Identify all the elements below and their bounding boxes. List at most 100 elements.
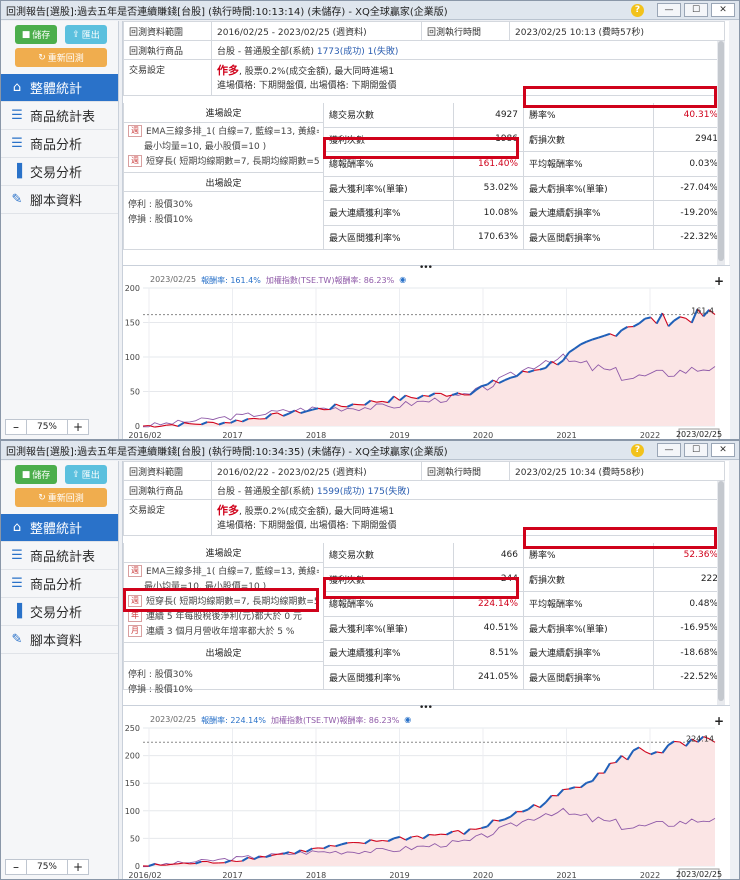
nav-label: 交易分析: [30, 606, 83, 621]
info-label: 交易設定: [123, 59, 212, 96]
nav-item-3[interactable]: ▐ 交易分析: [1, 158, 118, 186]
stat-value: 466: [454, 543, 524, 568]
stat-label: 最大區間虧損率%: [524, 225, 654, 250]
y-tick-label: 200: [125, 752, 140, 761]
nav-item-2[interactable]: ☰ 商品分析: [1, 130, 118, 158]
nav-label: 整體統計: [30, 522, 83, 537]
zoom-out-button[interactable]: –: [5, 859, 27, 875]
help-icon[interactable]: ?: [631, 3, 644, 17]
save-button[interactable]: ■ 儲存: [15, 25, 57, 44]
nav-item-4[interactable]: ✎ 腳本資料: [1, 626, 118, 654]
nav-label: 商品分析: [30, 138, 83, 153]
entry-settings-title: 進場設定: [124, 543, 323, 563]
nav-item-0[interactable]: ⌂ 整體統計: [1, 74, 118, 102]
strategy-series-segment: [353, 403, 360, 406]
strategy-series-segment: [142, 424, 149, 427]
save-button[interactable]: ■ 儲存: [15, 465, 57, 484]
vertical-scrollbar[interactable]: [717, 481, 725, 713]
period-tag: 週: [128, 564, 142, 577]
y-tick-label: 250: [125, 724, 140, 733]
stat-label: 最大虧損率%(單筆): [524, 176, 654, 201]
nav-item-3[interactable]: ▐ 交易分析: [1, 598, 118, 626]
y-tick-label: 100: [125, 807, 140, 816]
nav-label: 商品統計表: [30, 550, 96, 565]
rerun-button[interactable]: ↻ 重新回測: [15, 488, 107, 507]
x-tick-label: 2017: [222, 871, 242, 880]
maximize-button[interactable]: ☐: [684, 3, 708, 17]
nav-item-4[interactable]: ✎ 腳本資料: [1, 186, 118, 214]
nav-item-2[interactable]: ☰ 商品分析: [1, 570, 118, 598]
condition-text: 最小均量=10, 最小股價=10 ): [144, 142, 267, 152]
maximize-button[interactable]: ☐: [684, 443, 708, 457]
strategy-series-segment: [563, 788, 570, 791]
zoom-in-button[interactable]: +: [67, 859, 89, 875]
close-button[interactable]: ✕: [711, 3, 735, 17]
list-icon: ☰: [11, 548, 23, 563]
stat-value: 0.48%: [654, 592, 724, 617]
period-tag: 週: [128, 124, 142, 137]
stat-label: 最大獲利率%(單筆): [324, 616, 454, 641]
stat-value: -18.68%: [654, 641, 724, 666]
minimize-button[interactable]: —: [657, 443, 681, 457]
left-panel: ■ 儲存 ⇪ 匯出 ↻ 重新回測 ⌂ 整體統計 ☰ 商品統計表 ☰ 商品分析 ▐ 交易分析 ✎ 腳本資料…: [1, 21, 119, 439]
x-tick-label: 2019: [389, 431, 409, 440]
backtest-window: 回測報告[選股]:過去五年是否連續賺錢[台股] (執行時間:10:34:35) …: [0, 440, 740, 880]
pencil-icon: ✎: [11, 632, 23, 647]
stats-grid: 總交易次數 4927 勝率% 40.31% 獲利次數 1986 虧損次數 2941 總報酬率% 1…: [324, 103, 724, 250]
product-count-link[interactable]: 1773(成功) 1(失敗): [317, 47, 399, 57]
exit-settings-title: 出場設定: [124, 642, 323, 662]
nav-label: 商品統計表: [30, 110, 96, 125]
help-icon[interactable]: ?: [631, 443, 644, 457]
list-icon: ☰: [11, 576, 23, 591]
main-content: 回測資料範圍 2016/02/22 - 2023/02/25 (週資料) 回測執行時…: [122, 461, 730, 880]
period-tag: 週: [128, 154, 142, 167]
scroll-thumb[interactable]: [718, 481, 724, 701]
stat-value: 10.08%: [454, 201, 524, 226]
close-button[interactable]: ✕: [711, 443, 735, 457]
export-icon: ⇪: [72, 469, 80, 480]
zoom-out-button[interactable]: –: [5, 419, 27, 435]
entry-condition: 週短穿長( 短期均線期數=7, 長期均線期數=53 ): [124, 153, 323, 168]
home-icon: ⌂: [12, 80, 22, 95]
zoom-in-button[interactable]: +: [67, 419, 89, 435]
export-button[interactable]: ⇪ 匯出: [65, 25, 107, 44]
x-tick-label: 2016/02: [128, 871, 161, 880]
x-tick-label: 2017: [222, 431, 242, 440]
save-icon: ■: [21, 29, 31, 40]
nav-label: 腳本資料: [30, 634, 83, 649]
strategy-series-segment: [253, 417, 260, 420]
info-table: 回測資料範圍 2016/02/25 - 2023/02/25 (週資料) 回測執行時…: [123, 21, 725, 96]
export-button[interactable]: ⇪ 匯出: [65, 465, 107, 484]
stat-label: 最大區間虧損率%: [524, 665, 654, 690]
stat-label: 最大連續虧損率%: [524, 641, 654, 666]
highlight-box: [523, 527, 717, 549]
zoom-level: 75%: [27, 859, 67, 875]
nav-item-0[interactable]: ⌂ 整體統計: [1, 514, 118, 542]
stat-label: 最大區間獲利率%: [324, 665, 454, 690]
product-count-link[interactable]: 1599(成功) 175(失敗): [317, 487, 410, 497]
vertical-scrollbar[interactable]: [717, 41, 725, 273]
settings-column: 進場設定 週 EMA三線多排_1( 白線=7, 藍線=13, 黃線=21, 最小均量…: [123, 103, 324, 250]
strategy-series-segment: [166, 424, 173, 426]
nav-item-1[interactable]: ☰ 商品統計表: [1, 102, 118, 130]
strategy-series-segment: [329, 844, 336, 847]
condition-text: EMA三線多排_1( 白線=7, 藍線=13, 黃線=21,: [146, 127, 319, 137]
list-icon: ☰: [11, 136, 23, 151]
y-tick-label: 0: [135, 422, 140, 431]
condition-text: EMA三線多排_1( 白線=7, 藍線=13, 黃線=21,: [146, 567, 319, 577]
window-title: 回測報告[選股]:過去五年是否連續賺錢[台股] (執行時間:10:13:14) …: [6, 6, 448, 18]
strategy-series-segment: [393, 835, 401, 840]
x-tick-label: 2022: [640, 431, 660, 440]
chart-svg: 200 150 100 50 02016/02 2017 2018 2019 2020 2021 2…: [125, 284, 722, 440]
title-bar: 回測報告[選股]:過去五年是否連續賺錢[台股] (執行時間:10:13:14) …: [1, 1, 739, 20]
info-label: 回測執行商品: [123, 40, 212, 60]
settings-column: 進場設定 週 EMA三線多排_1( 白線=7, 藍線=13, 黃線=21, 最小均量…: [123, 543, 324, 695]
minimize-button[interactable]: —: [657, 3, 681, 17]
scroll-thumb[interactable]: [718, 41, 724, 261]
refresh-icon: ↻: [38, 492, 46, 503]
nav-item-1[interactable]: ☰ 商品統計表: [1, 542, 118, 570]
stat-value: 40.51%: [454, 616, 524, 641]
rerun-button[interactable]: ↻ 重新回測: [15, 48, 107, 67]
stat-label: 最大連續獲利率%: [324, 641, 454, 666]
strategy-series-segment: [674, 740, 681, 743]
